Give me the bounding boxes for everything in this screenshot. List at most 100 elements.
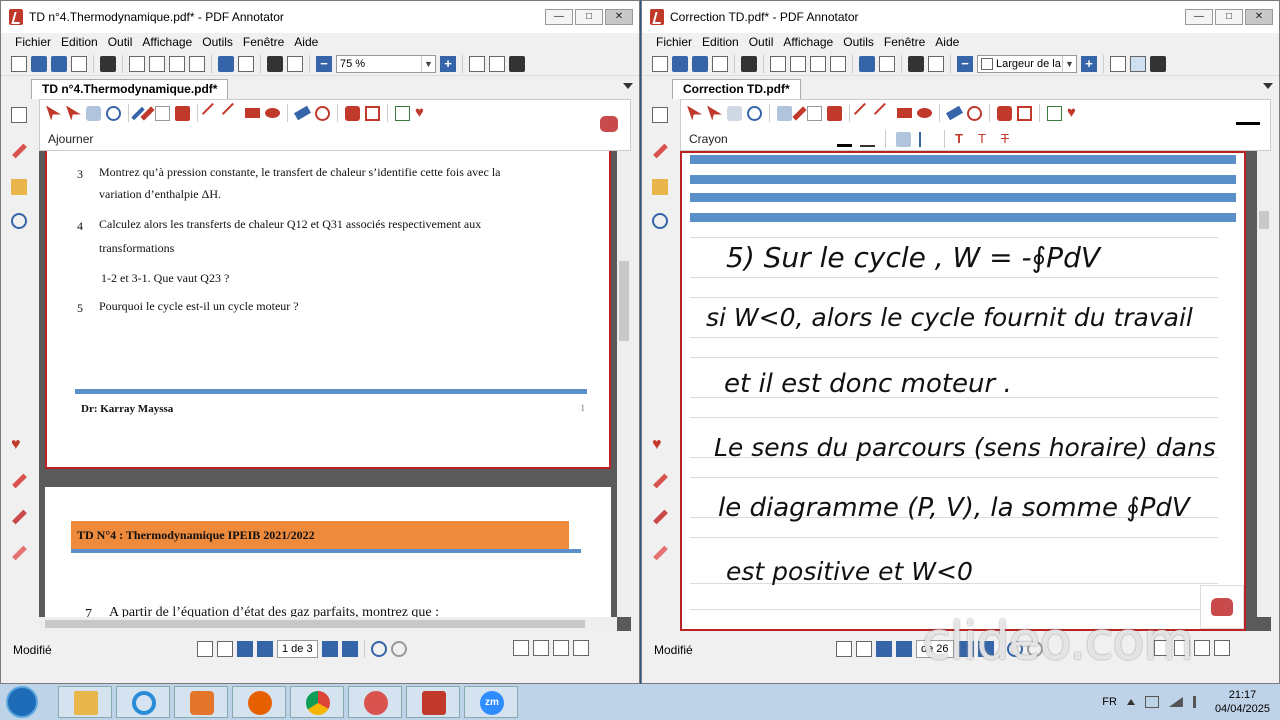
hand-tool-icon[interactable] (727, 105, 742, 121)
scroll-thumb[interactable] (619, 261, 629, 341)
taskbar-media-player[interactable] (174, 686, 228, 718)
text-style-icon[interactable]: T (978, 131, 993, 147)
folder-icon[interactable] (652, 179, 668, 195)
single-page-view-icon[interactable] (1110, 55, 1126, 72)
text-select-icon[interactable] (707, 105, 722, 121)
hand-tool-icon[interactable] (86, 105, 101, 121)
two-page-layout-icon[interactable] (553, 640, 569, 656)
strikethrough-icon[interactable]: T (1001, 131, 1016, 147)
highlighter-icon[interactable] (12, 509, 27, 525)
menu-affichage[interactable]: Affichage (142, 33, 192, 51)
taskbar-chrome[interactable] (290, 686, 344, 718)
single-page-view-icon[interactable] (469, 55, 485, 72)
continuous-layout-icon[interactable] (533, 640, 549, 656)
copy-icon[interactable] (149, 55, 165, 72)
zoom-out-button[interactable]: − (957, 55, 973, 72)
maximize-button[interactable]: □ (1215, 9, 1243, 25)
tab-list-chevron-icon[interactable] (1263, 83, 1273, 89)
eraser-icon[interactable] (12, 545, 27, 561)
pencil-tool-icon[interactable] (777, 105, 792, 121)
favorites-heart-icon[interactable]: ♥ (11, 437, 27, 453)
eraser-icon[interactable] (653, 545, 668, 561)
redo-icon[interactable] (879, 55, 895, 72)
zoom-in-button[interactable]: + (440, 55, 456, 72)
stamp-tool-icon[interactable] (827, 105, 842, 121)
close-button[interactable]: ✕ (1245, 9, 1273, 25)
paste-icon[interactable] (169, 55, 185, 72)
scroll-thumb[interactable] (45, 620, 585, 628)
camera-icon[interactable] (345, 105, 360, 121)
insert-image-icon[interactable] (1047, 105, 1062, 121)
left-vertical-scrollbar[interactable] (617, 151, 631, 617)
back-icon[interactable] (370, 641, 387, 657)
save-icon[interactable] (31, 55, 47, 72)
page-indicator[interactable]: 1 de 3 (277, 640, 318, 658)
text-color-icon[interactable]: T (955, 131, 970, 147)
straight-line-icon[interactable] (919, 131, 934, 147)
chevron-down-icon[interactable]: ▼ (421, 55, 435, 72)
close-button[interactable]: ✕ (605, 9, 633, 25)
arrow-tool-icon[interactable] (221, 102, 244, 124)
chevron-down-icon[interactable]: ▼ (1062, 55, 1076, 72)
new-document-icon[interactable] (11, 55, 27, 72)
cut-icon[interactable] (129, 55, 145, 72)
menu-affichage[interactable]: Affichage (783, 33, 833, 51)
paperclip-icon[interactable] (652, 213, 668, 229)
continuous-view-icon[interactable] (489, 55, 505, 72)
scroll-thumb[interactable] (1259, 211, 1269, 229)
undo-icon[interactable] (218, 55, 234, 72)
pen-icon[interactable] (12, 143, 27, 159)
grid-layout-icon[interactable] (1214, 640, 1230, 656)
menu-fichier[interactable]: Fichier (15, 33, 51, 51)
page-checkbox-icon[interactable] (652, 107, 668, 123)
taskbar-pdf-annotator[interactable] (406, 686, 460, 718)
tab-list-chevron-icon[interactable] (623, 83, 633, 89)
continuous-view-icon[interactable] (1130, 55, 1146, 72)
pen-tool-icon[interactable] (792, 105, 807, 121)
minimize-button[interactable]: — (1185, 9, 1213, 25)
previous-page-button[interactable] (896, 641, 912, 657)
insert-page-icon[interactable] (287, 55, 303, 72)
tray-expand-icon[interactable] (1126, 699, 1135, 705)
taskbar-internet-explorer[interactable] (116, 686, 170, 718)
print-icon[interactable] (100, 55, 116, 72)
grid-layout-icon[interactable] (573, 640, 589, 656)
left-horizontal-scrollbar[interactable] (39, 617, 617, 631)
delete-icon[interactable] (189, 55, 205, 72)
cut-icon[interactable] (770, 55, 786, 72)
folder-icon[interactable] (11, 179, 27, 195)
document-tab[interactable]: TD n°4.Thermodynamique.pdf* (31, 79, 229, 99)
marker-icon[interactable] (653, 473, 668, 489)
volume-icon[interactable] (1192, 696, 1205, 708)
save-as-icon[interactable] (692, 55, 708, 72)
save-icon[interactable] (672, 55, 688, 72)
stop-hand-icon[interactable] (600, 116, 618, 132)
new-document-icon[interactable] (652, 55, 668, 72)
line-tool-icon[interactable] (201, 102, 224, 124)
line-tool-icon[interactable] (853, 102, 876, 124)
menu-aide[interactable]: Aide (935, 33, 959, 51)
first-page-button[interactable] (876, 641, 892, 657)
windows-start-icon[interactable] (6, 686, 38, 718)
taskbar-firefox[interactable] (232, 686, 286, 718)
lasso-tool-icon[interactable] (315, 105, 330, 121)
zoom-tool-icon[interactable] (747, 105, 762, 121)
marker-icon[interactable] (12, 473, 27, 489)
network-icon[interactable] (1144, 696, 1159, 708)
single-page-layout-icon[interactable] (513, 640, 529, 656)
text-select-icon[interactable] (66, 105, 81, 121)
right-document-viewer[interactable]: 5) Sur le cycle , W = -∮PdV si W<0, alor… (680, 151, 1271, 631)
menu-fenetre[interactable]: Fenêtre (243, 33, 284, 51)
insert-page-icon[interactable] (928, 55, 944, 72)
ellipse-tool-icon[interactable] (917, 108, 932, 118)
right-title-bar[interactable]: Correction TD.pdf* - PDF Annotator — □ ✕ (642, 1, 1279, 33)
page-thumbnail-icon[interactable] (836, 641, 852, 657)
document-tab[interactable]: Correction TD.pdf* (672, 79, 801, 99)
copy-icon[interactable] (790, 55, 806, 72)
right-vertical-scrollbar[interactable] (1257, 151, 1271, 617)
page-thumbnail-icon[interactable] (197, 641, 213, 657)
eraser-tool-icon[interactable] (294, 105, 311, 121)
left-title-bar[interactable]: TD n°4.Thermodynamique.pdf* - PDF Annota… (1, 1, 639, 33)
crop-icon[interactable] (365, 105, 380, 121)
maximize-button[interactable]: □ (575, 9, 603, 25)
